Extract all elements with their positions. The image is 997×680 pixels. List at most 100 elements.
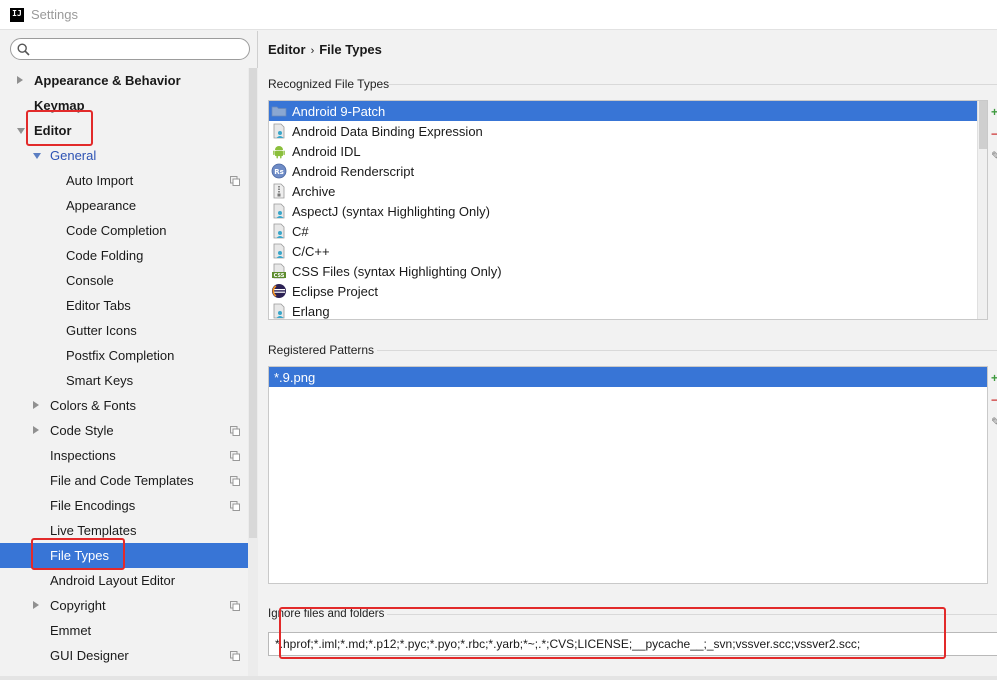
file-person-icon (271, 243, 287, 259)
chevron-down-icon[interactable] (33, 153, 41, 159)
project-settings-icon (230, 451, 240, 461)
sidebar-item-keymap[interactable]: Keymap (0, 93, 248, 118)
sidebar-item-smart-keys[interactable]: Smart Keys (0, 368, 248, 393)
file-person-icon (271, 303, 287, 319)
chevron-down-icon[interactable] (17, 128, 25, 134)
sidebar-item-general[interactable]: General (0, 143, 248, 168)
sidebar-item-editor[interactable]: Editor (0, 118, 248, 143)
sidebar-item-label: Appearance & Behavior (34, 73, 181, 88)
section-divider (387, 614, 997, 615)
sidebar-item-code-style[interactable]: Code Style (0, 418, 248, 443)
sidebar-item-label: Appearance (66, 198, 137, 213)
breadcrumb-parent: Editor (268, 42, 306, 57)
sidebar-item-gui-designer[interactable]: GUI Designer (0, 643, 248, 668)
sidebar-item-auto-import[interactable]: Auto Import (0, 168, 248, 193)
chevron-right-icon[interactable] (33, 601, 39, 609)
pattern-row[interactable]: *.9.png (269, 367, 987, 387)
sidebar-item-appearance[interactable]: Appearance (0, 193, 248, 218)
sidebar-item-postfix-completion[interactable]: Postfix Completion (0, 343, 248, 368)
ignore-files-label: Ignore files and folders (268, 608, 385, 620)
file-type-row[interactable]: Eclipse Project (269, 281, 987, 301)
file-type-row[interactable]: AspectJ (syntax Highlighting Only) (269, 201, 987, 221)
add-file-type-button[interactable]: + (991, 105, 997, 119)
ignore-files-input[interactable]: *.hprof;*.iml;*.md;*.p12;*.pyc;*.pyo;*.r… (268, 632, 997, 656)
sidebar-item-emmet[interactable]: Emmet (0, 618, 248, 643)
sidebar-item-label: File and Code Templates (50, 473, 194, 488)
file-types-scrollbar-thumb[interactable] (979, 101, 987, 149)
file-type-row[interactable]: Android IDL (269, 141, 987, 161)
android-icon (271, 143, 287, 159)
css-icon: CSS (271, 263, 287, 279)
file-types-panel: Editor › File Types Recognized File Types … (259, 31, 997, 680)
eclipse-icon (271, 283, 287, 299)
file-type-row[interactable]: Android Data Binding Expression (269, 121, 987, 141)
file-type-label: AspectJ (syntax Highlighting Only) (292, 203, 490, 219)
file-type-row[interactable]: Rs Android Renderscript (269, 161, 987, 181)
search-box[interactable] (10, 38, 250, 60)
sidebar-item-label: Auto Import (66, 173, 134, 188)
file-type-row[interactable]: Archive (269, 181, 987, 201)
chevron-right-icon[interactable] (33, 426, 39, 434)
sidebar-item-console[interactable]: Console (0, 268, 248, 293)
sidebar-item-file-types[interactable]: File Types (0, 543, 248, 568)
edit-pattern-button[interactable]: ✎ (991, 415, 997, 429)
file-types-scrollbar[interactable] (977, 101, 987, 319)
sidebar-item-label: Copyright (50, 598, 106, 613)
sidebar-item-appearance-behavior[interactable]: Appearance & Behavior (0, 68, 248, 93)
search-input[interactable] (34, 42, 234, 56)
sidebar-item-copyright[interactable]: Copyright (0, 593, 248, 618)
edit-file-type-button[interactable]: ✎ (991, 149, 997, 163)
sidebar-item-label: Keymap (34, 98, 85, 113)
sidebar-item-code-folding[interactable]: Code Folding (0, 243, 248, 268)
sidebar-item-colors-fonts[interactable]: Colors & Fonts (0, 393, 248, 418)
sidebar-item-label: Code Folding (66, 248, 144, 263)
sidebar-scrollbar-thumb[interactable] (249, 68, 257, 538)
rs-icon: Rs (271, 163, 287, 179)
sidebar-item-label: Inspections (50, 448, 116, 463)
remove-pattern-button[interactable]: − (991, 393, 997, 407)
sidebar-item-label: Editor (34, 123, 72, 138)
file-type-label: Android 9-Patch (292, 103, 386, 119)
recognized-file-types-list[interactable]: Android 9-Patch Android Data Binding Expr… (268, 100, 988, 320)
file-type-label: Android IDL (292, 143, 361, 159)
breadcrumb: Editor › File Types (268, 42, 382, 57)
sidebar-item-label: Android Layout Editor (50, 573, 176, 588)
file-person-icon (271, 123, 287, 139)
sidebar-item-editor-tabs[interactable]: Editor Tabs (0, 293, 248, 318)
section-divider (389, 84, 997, 85)
file-type-row[interactable]: CSS CSS Files (syntax Highlighting Only) (269, 261, 987, 281)
sidebar-item-android-layout-editor[interactable]: Android Layout Editor (0, 568, 248, 593)
breadcrumb-current: File Types (319, 42, 382, 57)
folder-icon (271, 103, 287, 119)
sidebar-item-live-templates[interactable]: Live Templates (0, 518, 248, 543)
archive-icon (271, 183, 287, 199)
sidebar-item-label: Live Templates (50, 523, 137, 538)
breadcrumb-separator: › (310, 45, 315, 57)
file-type-row[interactable]: C# (269, 221, 987, 241)
sidebar-item-file-encodings[interactable]: File Encodings (0, 493, 248, 518)
svg-text:Rs: Rs (274, 168, 284, 176)
file-type-row[interactable]: Erlang (269, 301, 987, 319)
project-settings-icon (230, 651, 240, 661)
sidebar-item-label: Smart Keys (66, 373, 134, 388)
title-bar: IJ Settings (0, 0, 997, 30)
chevron-right-icon[interactable] (17, 76, 23, 84)
file-type-row[interactable]: C/C++ (269, 241, 987, 261)
sidebar-item-inspections[interactable]: Inspections (0, 443, 248, 468)
remove-file-type-button[interactable]: − (991, 127, 997, 141)
sidebar-item-gutter-icons[interactable]: Gutter Icons (0, 318, 248, 343)
pattern-label: *.9.png (274, 369, 316, 385)
project-settings-icon (230, 601, 240, 611)
chevron-right-icon[interactable] (33, 401, 39, 409)
add-pattern-button[interactable]: + (991, 371, 997, 385)
file-type-label: Archive (292, 183, 336, 199)
file-type-row[interactable]: Android 9-Patch (269, 101, 987, 121)
search-icon (17, 42, 30, 56)
sidebar-item-file-and-code-templates[interactable]: File and Code Templates (0, 468, 248, 493)
sidebar-item-label: Colors & Fonts (50, 398, 136, 413)
registered-patterns-label: Registered Patterns (268, 343, 375, 357)
file-person-icon (271, 203, 287, 219)
sidebar-item-code-completion[interactable]: Code Completion (0, 218, 248, 243)
settings-tree: Appearance & Behavior Keymap Editor General… (0, 68, 248, 668)
registered-patterns-list[interactable]: *.9.png (268, 366, 988, 584)
